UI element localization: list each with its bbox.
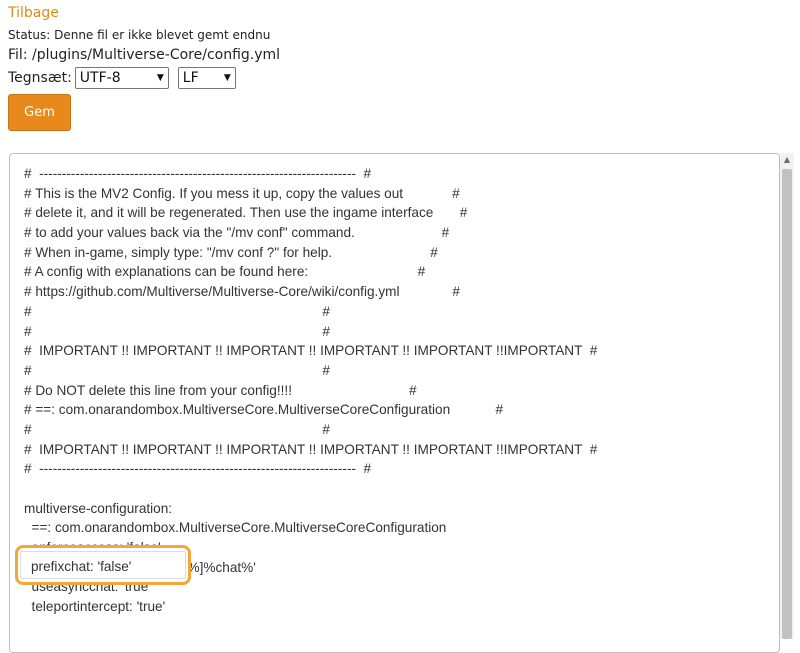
save-button[interactable]: Gem <box>8 94 71 131</box>
code-line: # --------------------------------------… <box>24 166 372 181</box>
code-line: # # <box>24 323 330 339</box>
code-line: multiverse-configuration: <box>24 500 173 516</box>
chevron-down-icon: ▼ <box>156 73 164 83</box>
code-line: # to add your values back via the "/mv c… <box>24 225 450 241</box>
chevron-down-icon: ▼ <box>223 73 231 83</box>
line-ending-select[interactable]: LF ▼ <box>177 67 236 89</box>
scroll-thumb[interactable] <box>782 169 792 639</box>
highlighted-line[interactable]: prefixchat: 'false' <box>15 545 191 585</box>
encoding-row: Tegnsæt: UTF-8 ▼ LF ▼ <box>8 67 236 89</box>
code-line: # https://github.com/Multiverse/Multiver… <box>24 284 460 300</box>
code-line: ==: com.onarandombox.MultiverseCore.Mult… <box>24 520 447 536</box>
editor-scrollbar[interactable]: ▲ <box>780 153 794 639</box>
line-ending-value: LF <box>182 70 199 86</box>
code-line: # ==: com.onarandombox.MultiverseCore.Mu… <box>24 402 504 418</box>
back-link[interactable]: Tilbage <box>8 5 59 21</box>
highlighted-line-text: prefixchat: 'false' <box>31 559 132 574</box>
code-line: teleportintercept: 'true' <box>24 599 166 615</box>
status-text: Status: Denne fil er ikke blevet gemt en… <box>8 28 271 42</box>
charset-select[interactable]: UTF-8 ▼ <box>74 67 169 89</box>
code-line: # When in-game, simply type: "/mv conf ?… <box>24 244 438 260</box>
code-line: # IMPORTANT !! IMPORTANT !! IMPORTANT !!… <box>24 441 598 457</box>
code-line: # --------------------------------------… <box>24 461 372 477</box>
code-line: # # <box>24 362 330 378</box>
code-line: # This is the MV2 Config. If you mess it… <box>24 185 460 201</box>
file-path: Fil: /plugins/Multiverse-Core/config.yml <box>8 47 281 63</box>
code-line: # # <box>24 421 330 437</box>
charset-value: UTF-8 <box>79 70 121 86</box>
code-line: # IMPORTANT !! IMPORTANT !! IMPORTANT !!… <box>24 343 598 359</box>
charset-label: Tegnsæt: <box>8 70 72 86</box>
code-line: # delete it, and it will be regenerated.… <box>24 205 468 221</box>
code-line: # Do NOT delete this line from your conf… <box>24 382 417 398</box>
scroll-up-icon[interactable]: ▲ <box>780 155 794 164</box>
code-line: # A config with explanations can be foun… <box>24 264 426 280</box>
code-line: # # <box>24 303 330 319</box>
